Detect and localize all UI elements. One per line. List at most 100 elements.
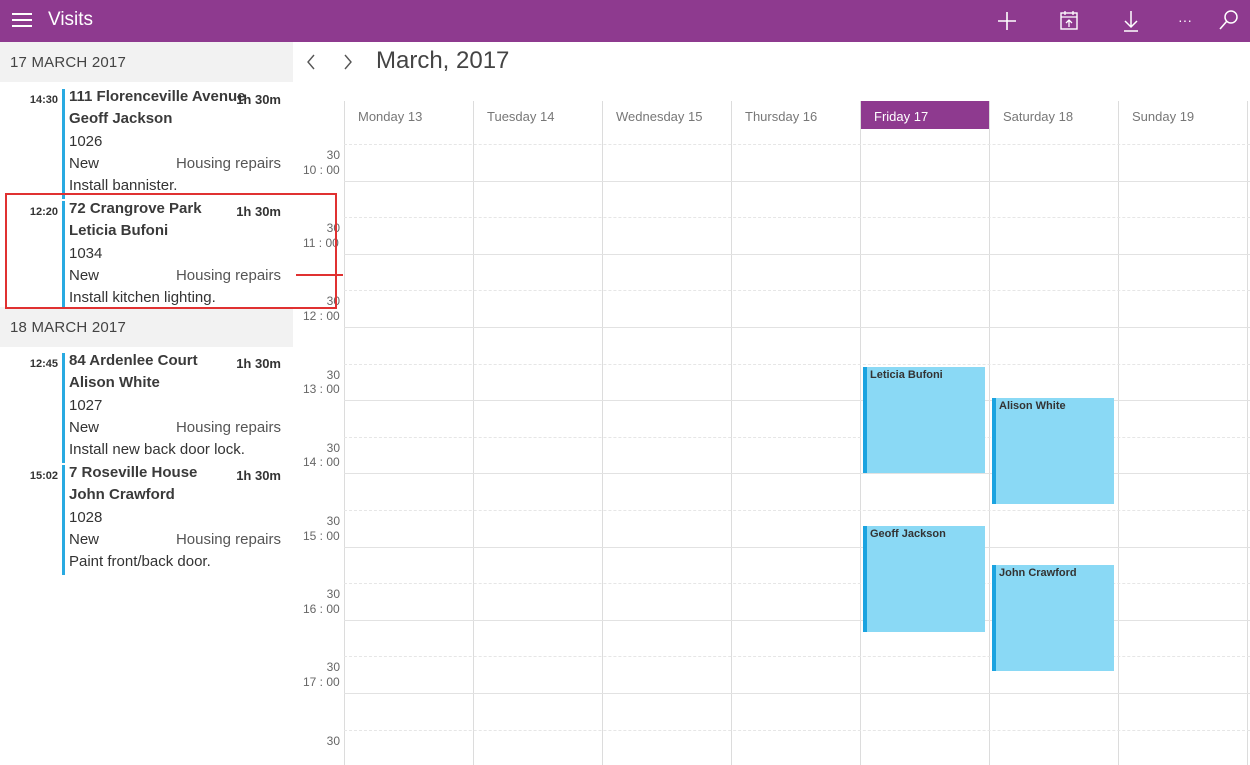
- time-label: 13 : 00: [303, 382, 340, 397]
- half-hour-gridline: [344, 436, 1250, 438]
- visit-note: Paint front/back door.: [69, 553, 211, 570]
- hour-gridline: [344, 619, 1250, 621]
- visit-accent-bar: [62, 201, 65, 311]
- add-icon[interactable]: [992, 6, 1022, 36]
- visit-accent-bar: [62, 353, 65, 463]
- visit-status: New: [69, 419, 100, 436]
- visit-time: 14:30: [29, 94, 58, 106]
- visit-note: Install new back door lock.: [69, 441, 245, 458]
- app-bar: Visits ···: [0, 0, 1250, 42]
- week-calendar-grid: Monday 13 Tuesday 14 Wednesday 15 Thursday …: [296, 101, 1250, 765]
- hour-gridline: [344, 253, 1250, 255]
- day-header-wednesday[interactable]: Wednesday 15: [603, 101, 731, 129]
- day-header-saturday[interactable]: Saturday 18: [990, 101, 1118, 129]
- previous-week-chevron-icon[interactable]: [300, 50, 324, 74]
- visit-item[interactable]: 15:02 7 Roseville House 1h 30m John Craw…: [0, 464, 293, 576]
- half-hour-gridline: [344, 144, 1250, 145]
- time-label: 15 : 00: [303, 528, 340, 543]
- half-hour-gridline: [344, 217, 1250, 219]
- app-title: Visits: [48, 9, 94, 30]
- visit-id: 1026: [69, 133, 103, 150]
- visit-status: New: [69, 155, 100, 172]
- agenda-day-header: 18 MARCH 2017: [0, 307, 293, 347]
- half-hour-gridline: [344, 583, 1250, 585]
- visit-duration: 1h 30m: [236, 356, 281, 371]
- current-time-indicator: [296, 274, 343, 276]
- half-hour-gridline: [344, 290, 1250, 292]
- calendar-event[interactable]: Alison White: [992, 397, 1114, 504]
- time-label: 12 : 00: [303, 309, 340, 323]
- visit-duration: 1h 30m: [236, 204, 281, 219]
- day-column-divider: [473, 101, 474, 765]
- time-label: 16 : 00: [303, 601, 340, 616]
- visit-accent-bar: [62, 465, 65, 575]
- time-label: 30: [326, 660, 340, 675]
- half-hour-gridline: [344, 729, 1250, 731]
- next-week-chevron-icon[interactable]: [336, 50, 360, 74]
- time-label: 30: [326, 367, 340, 382]
- hour-gridline: [344, 400, 1250, 402]
- visit-category: Housing repairs: [175, 155, 281, 172]
- day-column-divider: [860, 101, 861, 765]
- agenda-list: 17 MARCH 2017 14:30 111 Florenceville Av…: [0, 42, 293, 765]
- visit-name: Geoff Jackson: [69, 110, 173, 127]
- visit-category: Housing repairs: [175, 267, 281, 284]
- visit-name: Alison White: [69, 374, 160, 391]
- visit-time: 15:02: [29, 470, 58, 482]
- time-label: 30: [326, 440, 340, 455]
- search-icon[interactable]: [1214, 6, 1244, 36]
- visit-item[interactable]: 14:30 111 Florenceville Avenue 1h 30m Ge…: [0, 88, 293, 200]
- visit-id: 1034: [69, 245, 103, 262]
- time-label: 14 : 00: [303, 455, 340, 470]
- visit-time: 12:45: [29, 358, 58, 370]
- day-header-friday[interactable]: Friday 17: [861, 101, 989, 129]
- visit-note: Install bannister.: [69, 177, 178, 194]
- day-column-divider: [602, 101, 603, 765]
- day-column-divider: [1247, 101, 1248, 765]
- time-label: 30: [326, 221, 340, 236]
- time-label: 30: [326, 514, 340, 528]
- time-label: 30: [326, 587, 340, 602]
- calendar-event[interactable]: Leticia Bufoni: [863, 367, 985, 474]
- time-label: 30: [326, 148, 340, 162]
- time-label: 11 : 00: [303, 235, 339, 250]
- more-icon[interactable]: ···: [1170, 6, 1200, 36]
- visit-item[interactable]: 12:20 72 Crangrove Park 1h 30m Leticia B…: [0, 200, 293, 312]
- visit-category: Housing repairs: [175, 419, 281, 436]
- hour-gridline: [344, 327, 1250, 328]
- day-header-thursday[interactable]: Thursday 16: [732, 101, 860, 129]
- time-label: 17 : 00: [303, 675, 340, 689]
- half-hour-gridline: [344, 363, 1250, 365]
- day-header-tuesday[interactable]: Tuesday 14: [474, 101, 602, 129]
- visit-status: New: [69, 531, 100, 548]
- visit-address: 84 Ardenlee Court: [69, 352, 198, 369]
- hour-gridline: [344, 180, 1250, 182]
- visit-name: John Crawford: [69, 486, 175, 503]
- time-label: 10 : 00: [303, 162, 340, 177]
- hamburger-menu-icon[interactable]: [12, 13, 32, 29]
- visit-note: Install kitchen lighting.: [69, 289, 216, 306]
- agenda-day-header: 17 MARCH 2017: [0, 42, 293, 82]
- hour-gridline: [344, 546, 1250, 548]
- hour-gridline: [344, 693, 1250, 694]
- download-icon[interactable]: [1116, 6, 1146, 36]
- day-header-monday[interactable]: Monday 13: [345, 101, 473, 129]
- more-label: ···: [1178, 12, 1192, 28]
- day-header-sunday[interactable]: Sunday 19: [1119, 101, 1247, 129]
- day-column-divider: [989, 101, 990, 765]
- visit-item[interactable]: 12:45 84 Ardenlee Court 1h 30m Alison Wh…: [0, 352, 293, 464]
- visit-address: 7 Roseville House: [69, 464, 198, 481]
- time-label: 30: [326, 733, 340, 748]
- calendar-event[interactable]: John Crawford: [992, 565, 1114, 671]
- visit-accent-bar: [62, 89, 65, 199]
- visit-name: Leticia Bufoni: [69, 222, 169, 239]
- half-hour-gridline: [344, 510, 1250, 511]
- visit-category: Housing repairs: [175, 531, 281, 548]
- calendar-event[interactable]: Geoff Jackson: [863, 526, 985, 632]
- half-hour-gridline: [344, 656, 1250, 658]
- calendar-month-title: March, 2017: [376, 47, 510, 74]
- visit-time: 12:20: [29, 206, 58, 218]
- visit-address: 111 Florenceville Avenue: [69, 88, 246, 105]
- visit-duration: 1h 30m: [236, 468, 281, 483]
- calendar-icon[interactable]: [1054, 6, 1084, 36]
